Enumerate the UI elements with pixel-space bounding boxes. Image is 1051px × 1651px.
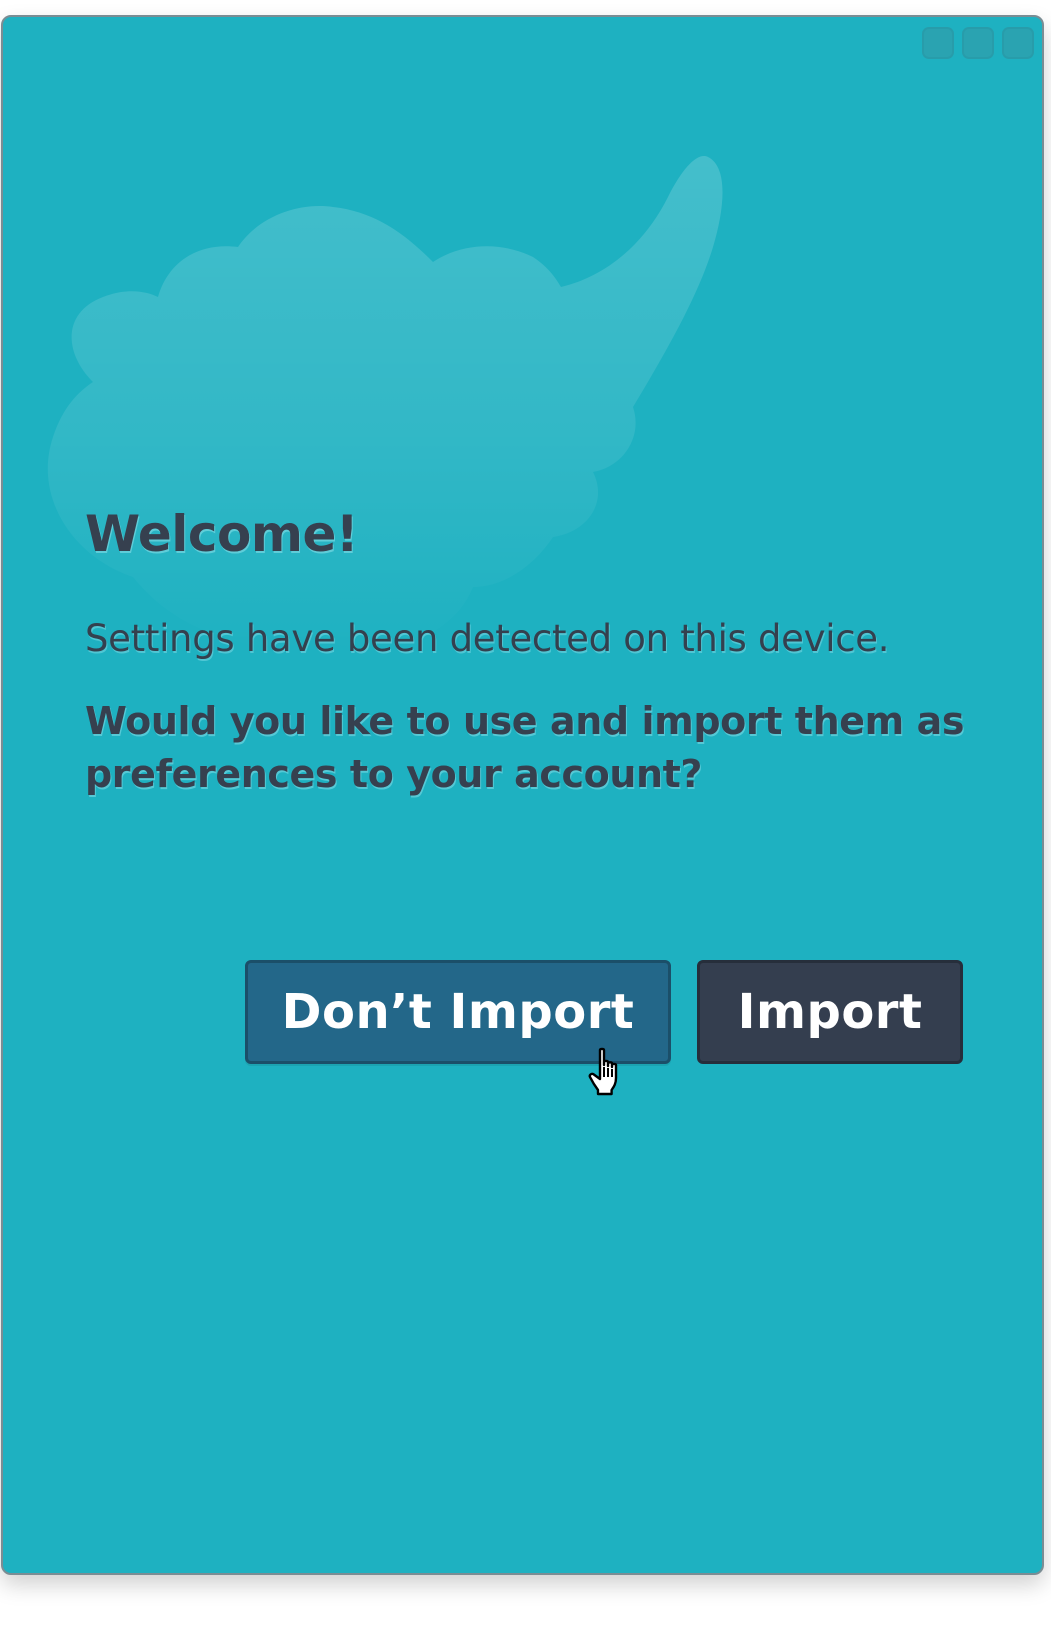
dont-import-button[interactable]: Don’t Import (245, 960, 671, 1064)
import-button[interactable]: Import (697, 960, 963, 1064)
window-controls (922, 27, 1034, 59)
settings-detected-message: Settings have been detected on this devi… (85, 617, 890, 660)
page-title: Welcome! (85, 505, 359, 563)
maximize-icon[interactable] (962, 27, 994, 59)
welcome-dialog-window: Welcome! Settings have been detected on … (1, 15, 1044, 1575)
minimize-icon[interactable] (922, 27, 954, 59)
mascot-silhouette-icon (47, 156, 723, 653)
import-question: Would you like to use and import them as… (85, 699, 965, 796)
close-icon[interactable] (1002, 27, 1034, 59)
